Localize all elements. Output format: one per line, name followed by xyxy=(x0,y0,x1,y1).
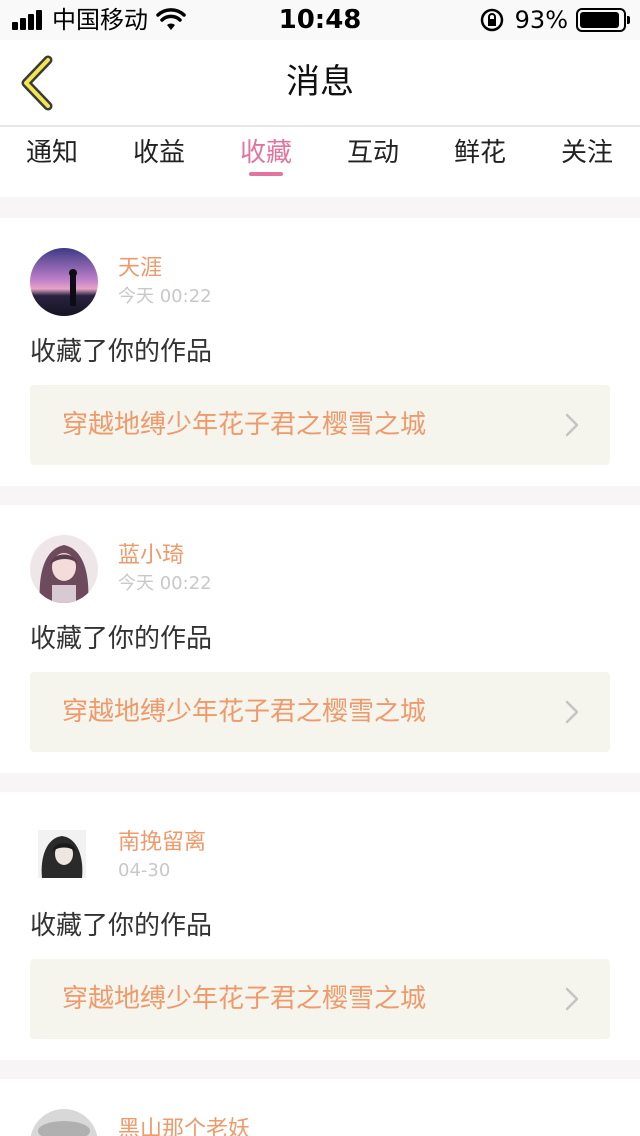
chevron-right-icon xyxy=(565,413,579,437)
list-item: 南挽留离 04-30 收藏了你的作品 穿越地缚少年花子君之樱雪之城 xyxy=(0,792,640,1060)
tab-favorites[interactable]: 收藏 xyxy=(226,135,306,171)
work-title: 穿越地缚少年花子君之樱雪之城 xyxy=(62,697,427,727)
user-name[interactable]: 天涯 xyxy=(118,254,162,284)
tab-earnings[interactable]: 收益 xyxy=(119,135,199,171)
user-name[interactable]: 蓝小琦 xyxy=(118,541,184,571)
list-item: 蓝小琦 今天 00:22 收藏了你的作品 穿越地缚少年花子君之樱雪之城 xyxy=(0,505,640,773)
tab-notice[interactable]: 通知 xyxy=(12,135,92,171)
tab-interaction[interactable]: 互动 xyxy=(333,135,413,171)
nav-bar: 消息 xyxy=(0,40,640,127)
avatar[interactable] xyxy=(30,535,98,603)
rotation-lock-icon xyxy=(480,8,503,32)
timestamp: 04-30 xyxy=(118,860,171,881)
list-item: 黑山那个老妖 xyxy=(0,1079,640,1136)
active-tab-indicator xyxy=(249,172,283,176)
user-name[interactable]: 黑山那个老妖 xyxy=(118,1115,250,1136)
user-name[interactable]: 南挽留离 xyxy=(118,828,206,858)
work-link[interactable]: 穿越地缚少年花子君之樱雪之城 xyxy=(30,672,610,752)
work-title: 穿越地缚少年花子君之樱雪之城 xyxy=(62,410,427,440)
status-right: 93% xyxy=(479,6,630,34)
chevron-right-icon xyxy=(565,987,579,1011)
list-item: 天涯 今天 00:22 收藏了你的作品 穿越地缚少年花子君之樱雪之城 xyxy=(0,218,640,486)
action-text: 收藏了你的作品 xyxy=(30,911,213,941)
page-title: 消息 xyxy=(286,62,354,102)
action-text: 收藏了你的作品 xyxy=(30,624,213,654)
work-title: 穿越地缚少年花子君之樱雪之城 xyxy=(62,984,427,1014)
category-tabs: 通知 收益 收藏 互动 鲜花 关注 xyxy=(0,127,640,197)
avatar[interactable] xyxy=(38,830,86,878)
status-bar: 中国移动 10:48 93% xyxy=(0,0,640,40)
tab-follow[interactable]: 关注 xyxy=(547,135,627,171)
tab-flowers[interactable]: 鲜花 xyxy=(440,135,520,171)
work-link[interactable]: 穿越地缚少年花子君之樱雪之城 xyxy=(30,959,610,1039)
timestamp: 今天 00:22 xyxy=(118,286,212,307)
timestamp: 今天 00:22 xyxy=(118,573,212,594)
battery-percent: 93% xyxy=(514,6,568,34)
avatar[interactable] xyxy=(30,248,98,316)
chevron-right-icon xyxy=(565,700,579,724)
avatar[interactable] xyxy=(30,1109,98,1136)
battery-icon xyxy=(576,8,630,32)
action-text: 收藏了你的作品 xyxy=(30,337,213,367)
work-link[interactable]: 穿越地缚少年花子君之樱雪之城 xyxy=(30,385,610,465)
